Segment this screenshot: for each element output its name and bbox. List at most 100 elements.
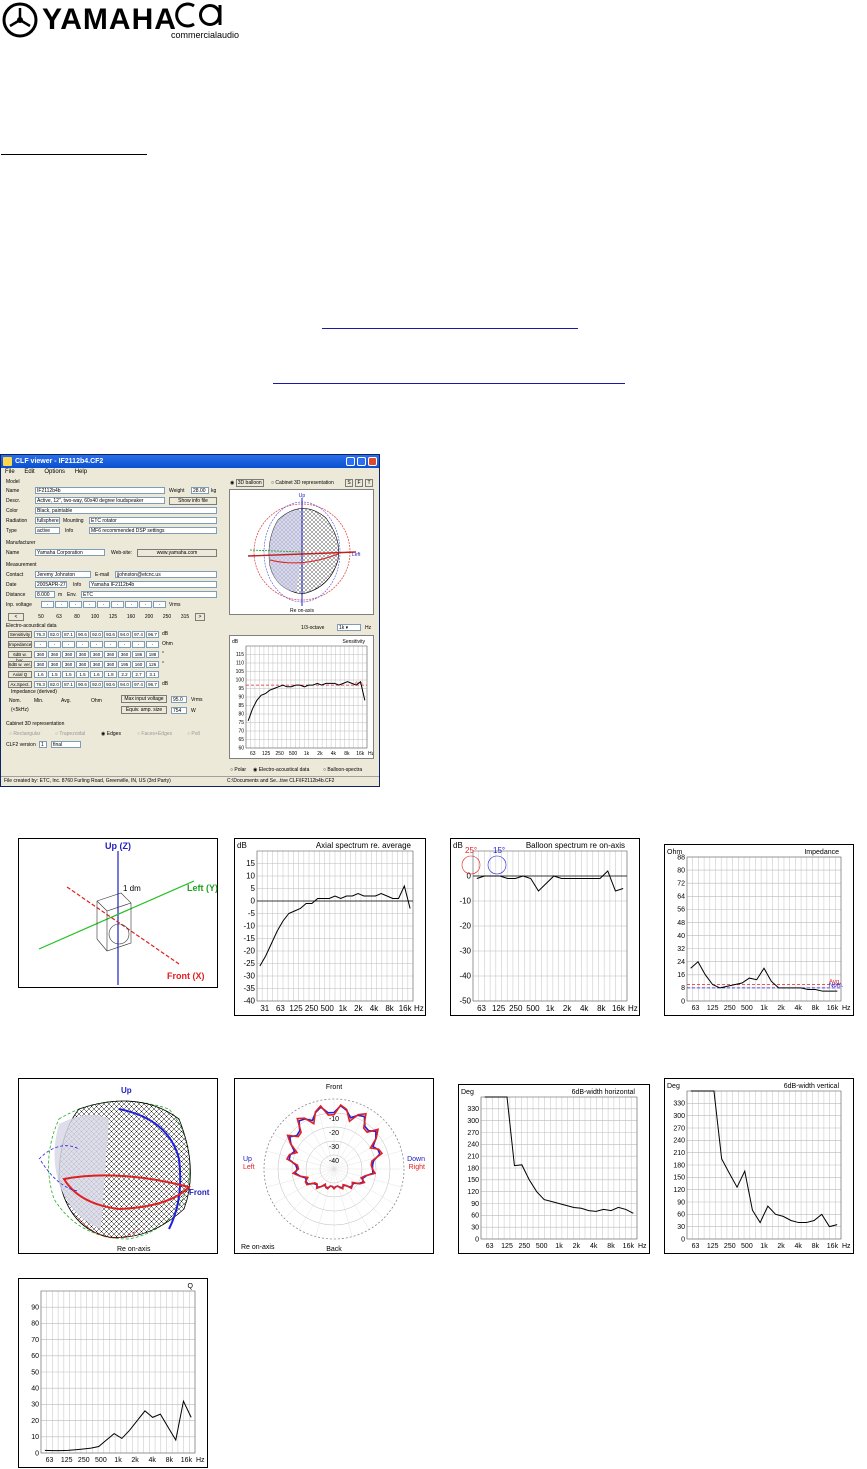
- ea-row-button[interactable]: 6dB w. hor.: [8, 651, 32, 663]
- ea-cell[interactable]: 1.8: [104, 671, 117, 678]
- ea-cell[interactable]: -: [90, 641, 103, 648]
- ea-cell[interactable]: 1.6: [90, 671, 103, 678]
- maximize-icon[interactable]: [357, 457, 366, 466]
- email-field[interactable]: jjohnston@etcnc.us: [115, 571, 217, 578]
- ea-cell[interactable]: 1.5: [76, 671, 89, 678]
- close-icon[interactable]: [368, 457, 377, 466]
- menu-options[interactable]: Options: [44, 469, 65, 475]
- ea-row-button[interactable]: Sensitivity: [8, 631, 32, 638]
- ea-cell[interactable]: 94.0: [118, 681, 131, 688]
- ea-cell[interactable]: 360: [48, 651, 61, 658]
- version-state-field[interactable]: final: [51, 741, 81, 748]
- ea-row-button[interactable]: Ax.Spect.: [8, 681, 32, 688]
- equiv-amp-field[interactable]: 754: [171, 707, 187, 714]
- ea-cell[interactable]: 188: [146, 651, 159, 658]
- radiation-field[interactable]: fullsphere: [35, 517, 60, 524]
- ea-cell[interactable]: 87.1: [62, 631, 75, 638]
- tab-3d-balloon[interactable]: ◉ 3D balloon: [230, 479, 264, 487]
- opt-balloon-spectra[interactable]: ○ Balloon-spectra: [323, 767, 362, 773]
- ea-cell[interactable]: 360: [62, 661, 75, 668]
- info-field[interactable]: MF6 recommended DSP settings: [89, 527, 217, 534]
- ea-cell[interactable]: 360: [34, 661, 47, 668]
- view-t-button[interactable]: T: [365, 479, 373, 487]
- ea-cell[interactable]: -: [132, 641, 145, 648]
- mounting-field[interactable]: ETC rotator: [89, 517, 217, 524]
- prev-freq-button[interactable]: <: [8, 613, 24, 621]
- distance-field[interactable]: 8.000: [35, 591, 55, 598]
- ea-cell[interactable]: 87.1: [62, 681, 75, 688]
- ea-cell[interactable]: 360: [48, 661, 61, 668]
- ea-cell[interactable]: 1.5: [48, 671, 61, 678]
- next-freq-button[interactable]: >: [195, 613, 205, 621]
- hyperlink-2[interactable]: [273, 383, 625, 384]
- ea-cell[interactable]: 195: [118, 661, 131, 668]
- cab3d-option-poll[interactable]: ○ Poll: [187, 731, 200, 737]
- max-voltage-button[interactable]: Max input voltage: [121, 695, 167, 703]
- menu-help[interactable]: Help: [75, 469, 87, 475]
- ea-cell[interactable]: 360: [76, 651, 89, 658]
- ea-cell[interactable]: 360: [62, 651, 75, 658]
- meas-info-field[interactable]: Yamaha IF2112b4b: [89, 581, 217, 588]
- minimize-icon[interactable]: [346, 457, 355, 466]
- balloon-view-pane[interactable]: Up Left Re on-axis: [229, 489, 374, 615]
- ea-cell[interactable]: 76.3: [34, 631, 47, 638]
- date-field[interactable]: 2005APR-27: [35, 581, 67, 588]
- opt-ea-data[interactable]: ◉ Electro-acoustical data: [253, 767, 309, 773]
- version-field[interactable]: 1: [39, 741, 47, 748]
- ea-cell[interactable]: 96.7: [146, 631, 159, 638]
- tab-cabinet-3d[interactable]: ○ Cabinet 3D representation: [271, 480, 334, 486]
- website-button[interactable]: www.yamaha.com: [137, 549, 217, 557]
- ea-cell[interactable]: -: [104, 641, 117, 648]
- cab3d-option-edges[interactable]: ◉ Edges: [101, 731, 121, 737]
- ea-cell[interactable]: 1.6: [34, 671, 47, 678]
- ea-cell[interactable]: 76.3: [34, 681, 47, 688]
- ea-cell[interactable]: 3.1: [146, 671, 159, 678]
- ea-cell[interactable]: 360: [104, 651, 117, 658]
- contact-field[interactable]: Jeremy Johnston: [35, 571, 91, 578]
- ea-cell[interactable]: 2.2: [118, 671, 131, 678]
- cab3d-option-faces-edges[interactable]: ○ Faces+Edges: [137, 731, 172, 737]
- ea-cell[interactable]: 94.0: [118, 631, 131, 638]
- ea-cell[interactable]: 92.0: [90, 631, 103, 638]
- ea-cell[interactable]: 360: [118, 651, 131, 658]
- ea-row-button[interactable]: Impedance: [8, 641, 32, 648]
- color-field[interactable]: Black, paintable: [35, 507, 217, 514]
- ea-cell[interactable]: 1.5: [62, 671, 75, 678]
- ea-cell[interactable]: -: [48, 641, 61, 648]
- ea-cell[interactable]: 82.0: [48, 631, 61, 638]
- ea-cell[interactable]: 90.6: [76, 681, 89, 688]
- ea-cell[interactable]: 360: [90, 651, 103, 658]
- ea-cell[interactable]: 90.6: [76, 631, 89, 638]
- cab3d-option-trapezoidal[interactable]: ○ Trapezoidal: [55, 731, 85, 737]
- ea-cell[interactable]: -: [118, 641, 131, 648]
- ea-cell[interactable]: 160: [132, 661, 145, 668]
- hyperlink-1[interactable]: [322, 328, 578, 329]
- ea-cell[interactable]: 126: [146, 661, 159, 668]
- opt-polar[interactable]: ○ Polar: [230, 767, 246, 773]
- menu-file[interactable]: File: [5, 469, 15, 475]
- ea-cell[interactable]: 360: [90, 661, 103, 668]
- ea-cell[interactable]: 96.7: [146, 681, 159, 688]
- octave-select[interactable]: 1k ▾: [337, 624, 361, 631]
- ea-row-button[interactable]: Axial Q: [8, 671, 32, 678]
- model-name-field[interactable]: IF2112b4b: [35, 487, 165, 494]
- ea-cell[interactable]: 93.6: [104, 681, 117, 688]
- show-info-button[interactable]: Show info file: [169, 497, 217, 505]
- ea-cell[interactable]: 2.7: [132, 671, 145, 678]
- ea-cell[interactable]: 186: [132, 651, 145, 658]
- ea-cell[interactable]: -: [62, 641, 75, 648]
- ea-row-button[interactable]: 6dB w. ver.: [8, 661, 32, 668]
- type-field[interactable]: active: [35, 527, 60, 534]
- ea-cell[interactable]: 360: [104, 661, 117, 668]
- ea-cell[interactable]: 93.6: [104, 631, 117, 638]
- ea-cell[interactable]: 97.4: [132, 681, 145, 688]
- cab3d-option-rectangular[interactable]: ○ Rectangular: [9, 731, 40, 737]
- ea-cell[interactable]: 92.0: [90, 681, 103, 688]
- ea-cell[interactable]: 97.4: [132, 631, 145, 638]
- ea-cell[interactable]: -: [34, 641, 47, 648]
- view-f-button[interactable]: F: [355, 479, 363, 487]
- desc-field[interactable]: Active, 12", two-way, 60x40 degree louds…: [35, 497, 165, 504]
- max-voltage-field[interactable]: 95.0: [171, 696, 187, 703]
- view-s-button[interactable]: S: [345, 479, 353, 487]
- equiv-amp-button[interactable]: Equiv. amp. size: [121, 706, 167, 714]
